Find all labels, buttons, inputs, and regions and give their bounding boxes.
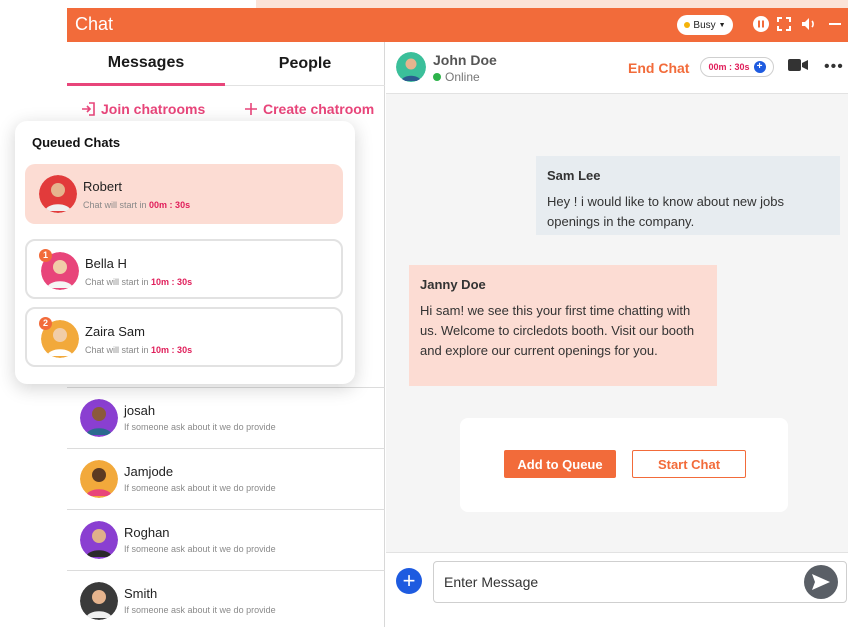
- queued-chat-bella[interactable]: 1 Bella H Chat will start in 10m : 30s: [25, 239, 343, 299]
- join-chatrooms-label: Join chatrooms: [101, 101, 206, 117]
- queue-position-badge: 1: [39, 249, 52, 262]
- queued-wait: Chat will start in 00m : 30s: [83, 200, 191, 210]
- chat-timer: 00m : 30s +: [700, 57, 774, 77]
- message-composer: + Enter Message: [386, 552, 848, 627]
- queued-name: Robert: [83, 179, 123, 194]
- pause-button[interactable]: [751, 14, 771, 34]
- queued-chats-title: Queued Chats: [32, 135, 121, 150]
- enter-icon: [82, 102, 95, 116]
- timer-value: 00m : 30s: [708, 62, 750, 72]
- avatar: [80, 582, 118, 620]
- busy-dot-icon: [684, 22, 691, 28]
- contact-preview: If someone ask about it we do provide: [124, 544, 276, 554]
- chatroom-actions: Join chatrooms Create chatroom: [67, 96, 385, 122]
- plus-icon: [245, 103, 257, 115]
- queued-wait: Chat will start in 10m : 30s: [85, 277, 193, 287]
- extend-time-icon[interactable]: +: [753, 61, 766, 73]
- queued-chat-zaira[interactable]: 2 Zaira Sam Chat will start in 10m : 30s: [25, 307, 343, 367]
- contact-name: Roghan: [124, 525, 170, 540]
- message-sender: Sam Lee: [547, 168, 601, 183]
- contact-preview: If someone ask about it we do provide: [124, 422, 276, 432]
- message-incoming: Sam Lee Hey ! i would like to know about…: [536, 156, 840, 235]
- queued-chat-robert[interactable]: Robert Chat will start in 00m : 30s: [25, 164, 343, 224]
- minimize-button[interactable]: [825, 14, 845, 34]
- contact-status: Online: [433, 70, 480, 84]
- start-chat-button[interactable]: Start Chat: [632, 450, 746, 478]
- minimize-icon: [829, 23, 841, 25]
- queued-wait: Chat will start in 10m : 30s: [85, 345, 193, 355]
- avatar: [80, 399, 118, 437]
- avatar: [39, 175, 77, 213]
- title-bar: Chat Busy ▼: [67, 8, 848, 42]
- queue-actions-card: Add to Queue Start Chat: [460, 418, 788, 512]
- contact-row-jamjode[interactable]: Jamjode If someone ask about it we do pr…: [67, 448, 385, 509]
- panel-tabs: Messages People: [67, 42, 385, 86]
- tab-messages[interactable]: Messages: [67, 42, 225, 86]
- volume-button[interactable]: [799, 14, 819, 34]
- add-to-queue-button[interactable]: Add to Queue: [504, 450, 616, 478]
- pause-icon: [753, 16, 769, 32]
- create-chatroom-label: Create chatroom: [263, 101, 375, 117]
- contact-avatar: [396, 52, 426, 82]
- status-dropdown[interactable]: Busy ▼: [677, 15, 733, 35]
- queued-chats-popup: Queued Chats Robert Chat will start in 0…: [15, 121, 355, 384]
- chat-area: John Doe Online End Chat 00m : 30s + •••…: [386, 42, 848, 627]
- tab-people[interactable]: People: [225, 42, 385, 86]
- app-stage: Chat Busy ▼ Messages People Join chatroo…: [0, 0, 848, 627]
- caret-down-icon: ▼: [718, 21, 726, 29]
- join-chatrooms-link[interactable]: Join chatrooms: [81, 101, 205, 117]
- more-options-icon[interactable]: •••: [824, 58, 844, 76]
- status-label: Busy: [693, 19, 716, 31]
- fullscreen-icon: [777, 17, 791, 31]
- message-input[interactable]: Enter Message: [433, 561, 847, 603]
- queued-name: Zaira Sam: [85, 324, 145, 339]
- message-outgoing: Janny Doe Hi sam! we see this your first…: [409, 265, 717, 386]
- queued-name: Bella H: [85, 256, 127, 271]
- contact-row-smith[interactable]: Smith If someone ask about it we do prov…: [67, 570, 385, 627]
- contact-preview: If someone ask about it we do provide: [124, 605, 276, 615]
- avatar: [80, 521, 118, 559]
- online-dot-icon: [433, 73, 441, 81]
- speaker-icon: [802, 18, 814, 30]
- message-text: Hi sam! we see this your first time chat…: [420, 303, 695, 358]
- end-chat-button[interactable]: End Chat: [628, 60, 689, 76]
- contact-row-josah[interactable]: josah If someone ask about it we do prov…: [67, 387, 385, 448]
- contact-row-roghan[interactable]: Roghan If someone ask about it we do pro…: [67, 509, 385, 570]
- window-title: Chat: [75, 14, 114, 34]
- avatar: [80, 460, 118, 498]
- contact-preview: If someone ask about it we do provide: [124, 483, 276, 493]
- contact-name: John Doe: [433, 52, 497, 68]
- status-text: Online: [445, 70, 480, 84]
- contact-name: Jamjode: [124, 464, 174, 479]
- send-button[interactable]: [804, 565, 838, 599]
- video-call-icon[interactable]: [788, 58, 808, 72]
- background-strip: [256, 0, 848, 8]
- chat-header: John Doe Online End Chat 00m : 30s + •••: [386, 42, 848, 94]
- message-text: Hey ! i would like to know about new job…: [547, 194, 785, 229]
- send-icon: [812, 574, 830, 590]
- contact-name: josah: [124, 403, 156, 418]
- message-sender: Janny Doe: [420, 277, 486, 292]
- queue-position-badge: 2: [39, 317, 52, 330]
- contact-name: Smith: [124, 586, 158, 601]
- add-attachment-button[interactable]: +: [396, 568, 422, 594]
- fullscreen-button[interactable]: [774, 14, 794, 34]
- create-chatroom-link[interactable]: Create chatroom: [245, 101, 374, 117]
